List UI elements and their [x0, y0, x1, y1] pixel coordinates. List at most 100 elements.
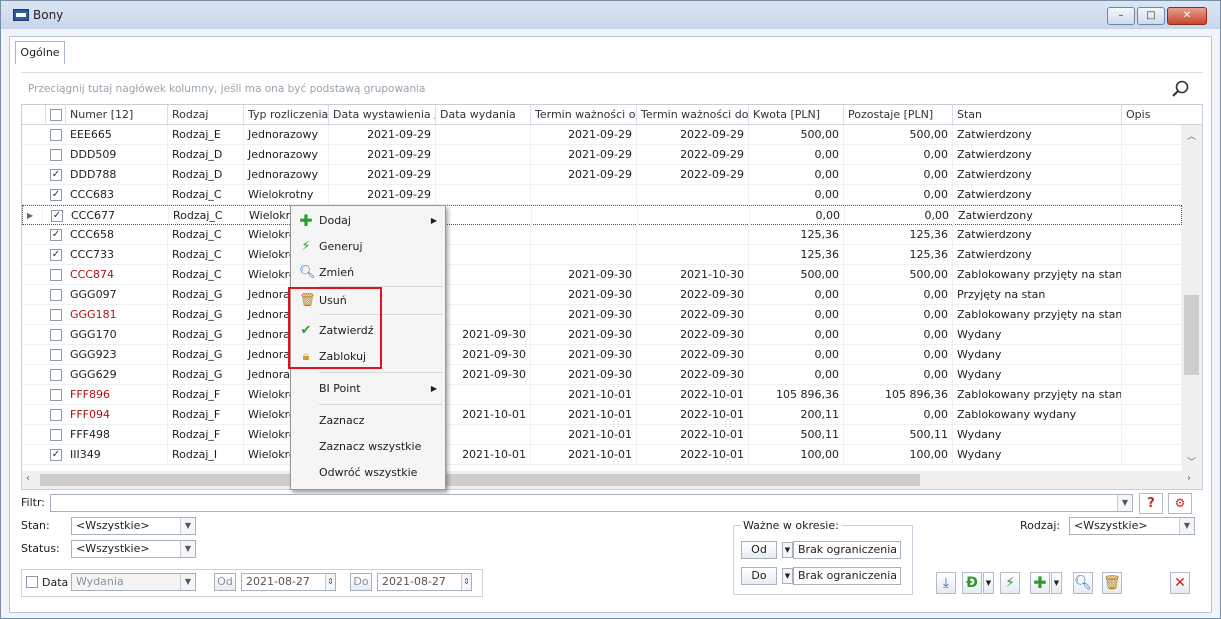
close-button[interactable]: ✕ [1167, 7, 1207, 25]
table-row[interactable]: CCC874 Rodzaj_C Wielokro 2021-09-30 2021-10-… [22, 265, 1182, 285]
table-row[interactable]: GGG923 Rodzaj_G Jednora 2021-09-30 2021-09-3… [22, 345, 1182, 365]
select-all-checkbox[interactable] [50, 109, 62, 121]
filter-help-button[interactable]: ? [1139, 493, 1163, 514]
chevron-down-icon[interactable]: ▼ [180, 518, 195, 534]
row-checkbox[interactable] [50, 389, 62, 401]
data-checkbox[interactable] [26, 576, 38, 588]
table-row[interactable]: EEE665 Rodzaj_E Jednorazowy 2021-09-29 2021-… [22, 125, 1182, 145]
od-button[interactable]: Od [214, 573, 236, 591]
stan-select[interactable]: <Wszystkie> ▼ [71, 517, 196, 535]
row-checkbox[interactable] [50, 349, 62, 361]
generate-doc-button[interactable]: Ð [962, 572, 982, 594]
header-termin-od[interactable]: Termin ważności od [531, 105, 637, 125]
header-typ-rozliczenia[interactable]: Typ rozliczenia [244, 105, 329, 125]
header-data-wystawienia[interactable]: Data wystawienia ▲ [329, 105, 436, 125]
header-stan[interactable]: Stan [953, 105, 1122, 125]
wazne-od-button[interactable]: Od [741, 541, 777, 559]
table-row[interactable]: ✓ CCC683 Rodzaj_C Wielokrotny 2021-09-29 0,00… [22, 185, 1182, 205]
delete-button[interactable]: 🗑︎ [1102, 572, 1122, 594]
scroll-right-icon[interactable]: › [1187, 473, 1191, 484]
scroll-down-icon[interactable]: ﹀ [1187, 455, 1196, 468]
group-by-panel[interactable]: Przeciągnij tutaj nagłówek kolumny, jeśl… [21, 72, 1203, 103]
filter-settings-button[interactable]: ⚙ [1168, 493, 1192, 514]
table-row[interactable]: GGG629 Rodzaj_G Jednora 2021-09-30 2021-09-3… [22, 365, 1182, 385]
menu-item-dodaj[interactable]: ✚ Dodaj ▶ [293, 208, 443, 234]
row-checkbox[interactable]: ✓ [50, 229, 62, 241]
header-select-all[interactable] [46, 105, 66, 125]
import-button[interactable]: ⤓ [936, 572, 956, 594]
row-checkbox[interactable] [50, 309, 62, 321]
table-row[interactable]: DDD509 Rodzaj_D Jednorazowy 2021-09-29 2021-… [22, 145, 1182, 165]
table-row[interactable]: FFF896 Rodzaj_F Wielokro 2021-10-01 2022-10-… [22, 385, 1182, 405]
row-checkbox[interactable]: ✓ [50, 169, 62, 181]
vertical-scroll-thumb[interactable] [1184, 295, 1199, 375]
tab-ogolne[interactable]: Ogólne [15, 41, 65, 64]
table-row[interactable]: ✓ DDD788 Rodzaj_D Jednorazowy 2021-09-29 2021… [22, 165, 1182, 185]
header-pozostaje[interactable]: Pozostaje [PLN] [844, 105, 953, 125]
vertical-scrollbar[interactable]: ︿ ﹀ [1182, 125, 1202, 471]
header-numer[interactable]: Numer [12] [66, 105, 168, 125]
row-checkbox[interactable] [50, 409, 62, 421]
status-select[interactable]: <Wszystkie> ▼ [71, 540, 196, 558]
do-date-input[interactable]: 2021-08-27 ⇕ [377, 573, 472, 591]
row-checkbox[interactable] [50, 269, 62, 281]
close-window-button[interactable]: ✕ [1170, 572, 1190, 594]
horizontal-scroll-thumb[interactable] [40, 474, 920, 486]
horizontal-scrollbar[interactable]: ‹ › [22, 471, 1202, 489]
table-row[interactable]: ✓ III349 Rodzaj_I Wielokro 2021-10-01 2021-10… [22, 445, 1182, 465]
chevron-down-icon[interactable]: ▼ [1117, 495, 1132, 511]
header-data-wydania[interactable]: Data wydania [436, 105, 531, 125]
wazne-do-value[interactable]: Brak ograniczenia [793, 567, 901, 585]
chevron-down-icon[interactable]: ▼ [983, 572, 994, 594]
menu-item-generuj[interactable]: ⚡ Generuj [293, 234, 443, 260]
filter-input[interactable]: ▼ [50, 494, 1133, 512]
row-checkbox[interactable]: ✓ [50, 249, 62, 261]
chevron-down-icon[interactable]: ▼ [180, 574, 195, 590]
wazne-od-value[interactable]: Brak ograniczenia [793, 541, 901, 559]
wazne-do-button[interactable]: Do [741, 567, 777, 585]
data-type-select[interactable]: Wydania ▼ [71, 573, 196, 591]
menu-item-bi-point[interactable]: BI Point ▶ [293, 376, 443, 402]
chevron-down-icon[interactable]: ▼ [1179, 518, 1194, 534]
table-row[interactable]: FFF498 Rodzaj_F Wielokro 2021-10-01 2022-10-… [22, 425, 1182, 445]
chevron-down-icon[interactable]: ▼ [782, 568, 793, 584]
table-row[interactable]: FFF094 Rodzaj_F Wielokro 2021-10-01 2021-10-… [22, 405, 1182, 425]
data-grid[interactable]: Numer [12] Rodzaj Typ rozliczenia Data w… [21, 104, 1203, 490]
maximize-button[interactable]: □ [1137, 7, 1165, 25]
minimize-button[interactable]: – [1107, 7, 1135, 25]
table-row[interactable]: GGG170 Rodzaj_G Jednora 2021-09-30 2021-09-3… [22, 325, 1182, 345]
search-icon[interactable] [1171, 79, 1191, 99]
table-row[interactable]: GGG181 Rodzaj_G Jednora 2021-09-30 2022-09-3… [22, 305, 1182, 325]
lightning-button[interactable]: ⚡ [1000, 572, 1020, 594]
header-opis[interactable]: Opis [1122, 105, 1202, 125]
rodzaj-select[interactable]: <Wszystkie> ▼ [1069, 517, 1195, 535]
spinner-icon[interactable]: ⇕ [461, 574, 471, 590]
do-button[interactable]: Do [350, 573, 372, 591]
chevron-down-icon[interactable]: ▼ [180, 541, 195, 557]
header-kwota[interactable]: Kwota [PLN] [749, 105, 844, 125]
row-checkbox[interactable] [50, 149, 62, 161]
table-row[interactable]: ✓ CCC658 Rodzaj_C Wielokro 125,36 125,36 Zatwi… [22, 225, 1182, 245]
spinner-icon[interactable]: ⇕ [325, 574, 335, 590]
chevron-down-icon[interactable]: ▼ [782, 542, 793, 558]
row-checkbox[interactable] [50, 429, 62, 441]
scroll-up-icon[interactable]: ︿ [1187, 129, 1196, 142]
od-date-input[interactable]: 2021-08-27 ⇕ [241, 573, 336, 591]
edit-magnifier-button[interactable]: 🔍︎ [1073, 572, 1093, 594]
menu-item-zaznacz[interactable]: Zaznacz [293, 408, 443, 434]
menu-item-zaznacz-wszystkie[interactable]: Zaznacz wszystkie [293, 434, 443, 460]
row-checkbox[interactable] [50, 129, 62, 141]
table-row[interactable]: ✓ CCC733 Rodzaj_C Wielokro 125,36 125,36 Zatwi… [22, 245, 1182, 265]
menu-item-odwroc-wszystkie[interactable]: Odwróć wszystkie [293, 460, 443, 486]
row-checkbox[interactable]: ✓ [51, 210, 63, 222]
row-checkbox[interactable] [50, 289, 62, 301]
row-checkbox[interactable] [50, 369, 62, 381]
row-checkbox[interactable]: ✓ [50, 449, 62, 461]
row-checkbox[interactable] [50, 329, 62, 341]
chevron-down-icon[interactable]: ▼ [1051, 572, 1062, 594]
table-row[interactable]: GGG097 Rodzaj_G Jednora 2021-09-30 2022-09-3… [22, 285, 1182, 305]
add-button[interactable]: ✚ [1030, 572, 1050, 594]
table-row[interactable]: ▶ ✓ CCC677 Rodzaj_C Wielokro 0,00 0,00 Zatwierd… [22, 205, 1183, 226]
header-termin-do[interactable]: Termin ważności do [637, 105, 749, 125]
scroll-left-icon[interactable]: ‹ [26, 473, 30, 484]
